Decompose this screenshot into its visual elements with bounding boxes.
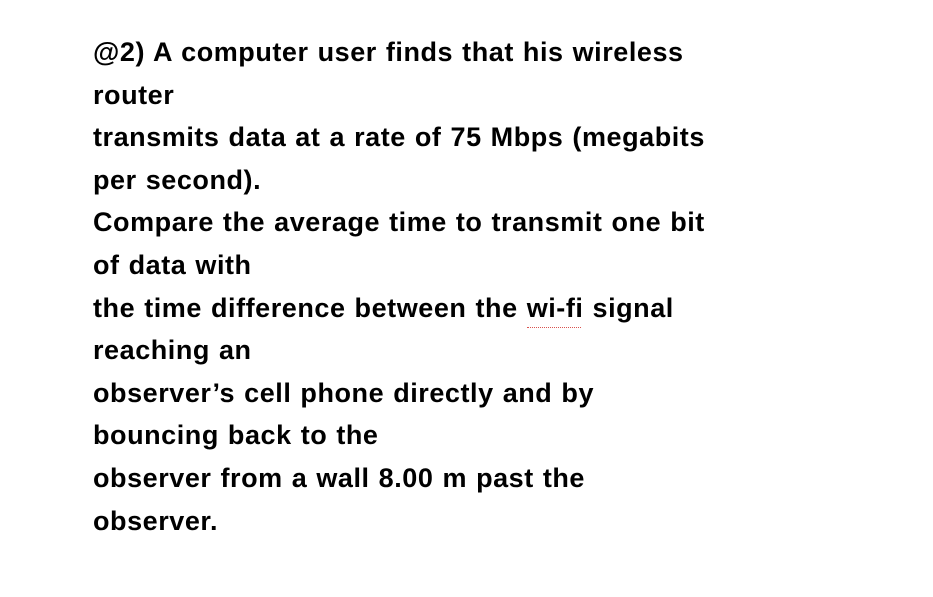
text-line: of data with bbox=[93, 249, 252, 280]
text-line: Compare the average time to transmit one… bbox=[93, 207, 705, 238]
text-line: per second). bbox=[93, 164, 262, 195]
text-segment: the time difference between the bbox=[93, 292, 527, 323]
text-segment: signal bbox=[583, 292, 674, 323]
text-line: observer’s cell phone directly and by bbox=[93, 377, 595, 408]
text-line: router bbox=[93, 79, 175, 110]
text-line: transmits data at a rate of 75 Mbps (meg… bbox=[93, 122, 705, 153]
text-line: observer from a wall 8.00 m past the bbox=[93, 462, 585, 493]
spellcheck-flagged-word[interactable]: wi-fi bbox=[526, 287, 584, 330]
text-line: reaching an bbox=[93, 335, 252, 366]
text-line: bouncing back to the bbox=[93, 420, 379, 451]
text-line: observer. bbox=[93, 505, 219, 536]
text-line: @2) A computer user finds that his wirel… bbox=[93, 37, 684, 67]
question-document: @2) A computer user finds that his wirel… bbox=[93, 31, 913, 542]
text-line: the time difference between the wi-fi si… bbox=[93, 287, 913, 330]
